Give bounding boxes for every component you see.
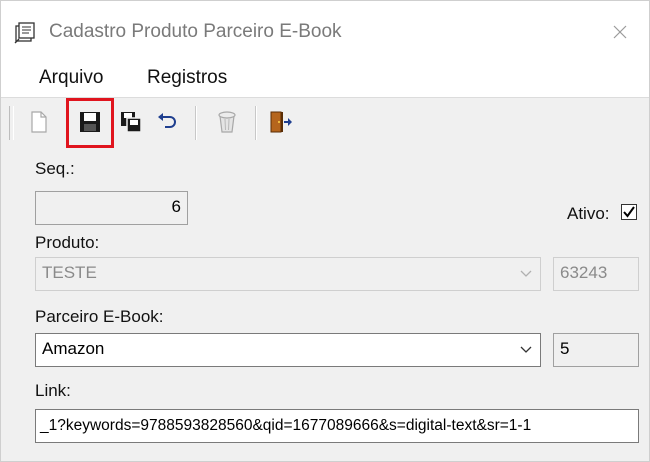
menu-arquivo[interactable]: Arquivo <box>39 67 103 89</box>
toolbar-grip[interactable] <box>9 106 14 140</box>
title-bar: Cadastro Produto Parceiro E-Book <box>1 1 649 61</box>
produto-code-field[interactable]: 63243 <box>553 257 639 291</box>
toolbar-separator <box>195 106 197 140</box>
ativo-checkbox[interactable] <box>621 204 637 220</box>
dialog-window: Cadastro Produto Parceiro E-Book Arquivo… <box>0 0 650 462</box>
close-button[interactable] <box>603 15 637 49</box>
save-button[interactable] <box>74 105 106 139</box>
chevron-down-icon <box>520 270 532 277</box>
app-form-icon <box>14 22 35 44</box>
delete-icon <box>218 111 236 133</box>
seq-label: Seq.: <box>35 159 75 178</box>
parceiro-label: Parceiro E-Book: <box>35 307 164 326</box>
toolbar-separator <box>255 106 257 140</box>
new-document-icon <box>31 111 47 133</box>
ativo-label: Ativo: <box>567 204 610 223</box>
exit-door-icon <box>270 111 292 133</box>
undo-button[interactable] <box>151 105 183 139</box>
chevron-down-icon <box>520 346 532 353</box>
parceiro-combobox[interactable]: Amazon <box>35 333 541 367</box>
toolbar <box>1 97 649 148</box>
undo-icon <box>158 113 176 128</box>
seq-field[interactable]: 6 <box>35 191 188 225</box>
link-input[interactable]: _1?keywords=9788593828560&qid=1677089666… <box>35 409 639 443</box>
close-icon <box>613 25 627 39</box>
produto-value: TESTE <box>42 263 97 282</box>
save-icon <box>80 112 100 132</box>
delete-button[interactable] <box>211 105 243 139</box>
produto-combobox[interactable]: TESTE <box>35 257 541 291</box>
parceiro-value: Amazon <box>42 339 105 358</box>
save-copy-icon <box>121 112 142 133</box>
exit-button[interactable] <box>265 105 297 139</box>
menu-bar: Arquivo Registros <box>1 61 649 97</box>
menu-registros[interactable]: Registros <box>147 67 227 89</box>
window-title: Cadastro Produto Parceiro E-Book <box>49 21 342 42</box>
parceiro-code-field[interactable]: 5 <box>553 333 639 367</box>
link-label: Link: <box>35 381 71 400</box>
save-copy-button[interactable] <box>115 105 147 139</box>
new-button[interactable] <box>23 105 55 139</box>
checkmark-icon <box>623 206 635 218</box>
produto-label: Produto: <box>35 233 100 252</box>
